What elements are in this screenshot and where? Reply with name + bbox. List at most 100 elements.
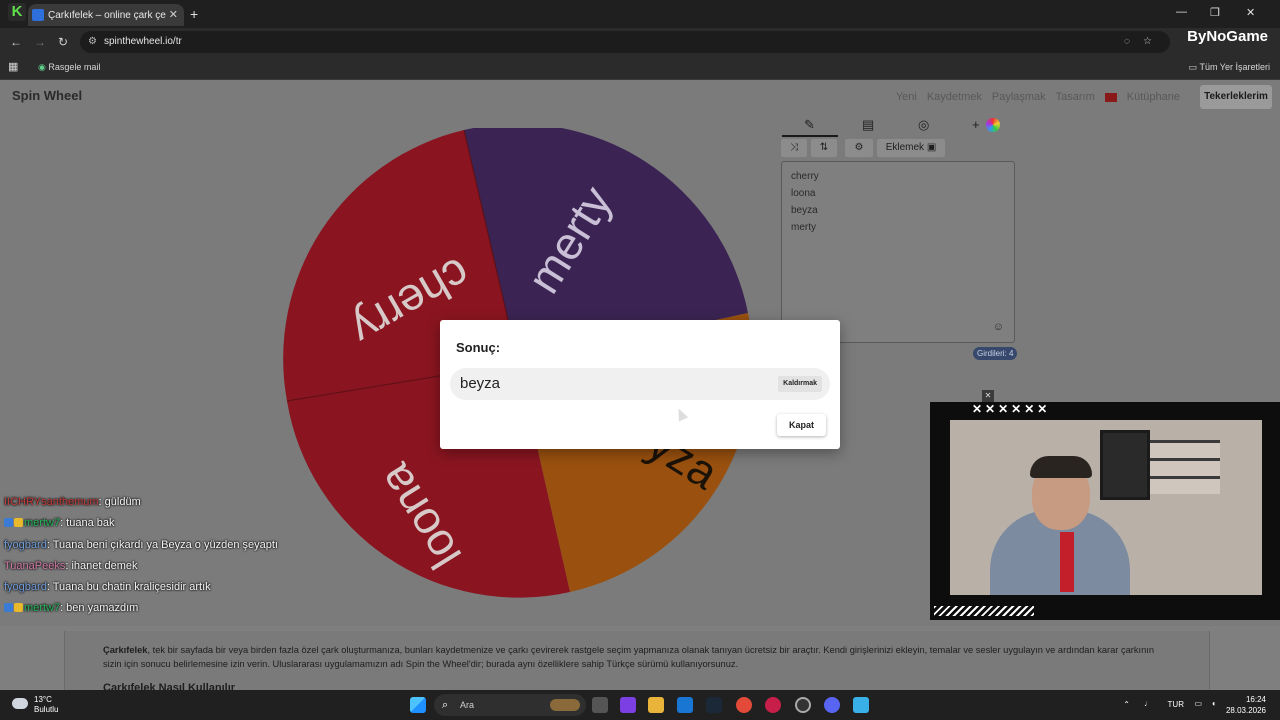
- clock-time: 16:24: [1245, 695, 1266, 704]
- bookmarks-bar: ▦ ◉ Rasgele mail ▭ Tüm Yer İşaretleri: [0, 56, 1280, 80]
- all-bookmarks[interactable]: ▭ Tüm Yer İşaretleri: [1189, 62, 1270, 73]
- new-tab-icon[interactable]: +: [190, 6, 198, 22]
- back-icon[interactable]: ←: [10, 35, 22, 49]
- tab-close-icon[interactable]: ✕: [169, 8, 178, 21]
- mic-icon[interactable]: ♩: [1144, 699, 1152, 708]
- add-image-button[interactable]: Eklemek ▣: [877, 139, 945, 157]
- chat-user: mertw7: [24, 602, 61, 615]
- menu-share[interactable]: Paylaşmak: [992, 91, 1046, 103]
- all-bookmarks-label: Tüm Yer İşaretleri: [1199, 62, 1270, 72]
- edit-pencil-icon[interactable]: ✎: [804, 117, 815, 133]
- notepad-icon[interactable]: [853, 697, 869, 713]
- app-gear-icon[interactable]: [795, 697, 811, 713]
- results-clipboard-icon[interactable]: ▤: [862, 117, 874, 133]
- chat-user: TuanaPeeks: [4, 559, 66, 572]
- url-bar[interactable]: ⚙ spinthewheel.io/tr ◌ ☆: [80, 31, 1170, 53]
- chrome-icon[interactable]: [736, 697, 752, 713]
- ms-store-icon[interactable]: [677, 697, 693, 713]
- mail-icon: ◉: [38, 62, 46, 72]
- discord-icon[interactable]: [824, 697, 840, 713]
- stream-chat: IICHRYsanthemum: güldüm mertw7: tuana ba…: [4, 496, 334, 624]
- eye-off-icon[interactable]: ◌: [1124, 31, 1130, 53]
- windows-taskbar: 13°C Bulutlu ⌕ Ara ⌃ ♩ TUR ▭ ◖ 16:24 28.…: [0, 690, 1280, 720]
- emoji-icon[interactable]: ☺: [993, 319, 1004, 336]
- entries-textarea[interactable]: cherry loona beyza merty ☺: [781, 161, 1015, 343]
- site-logo[interactable]: Spin Wheel: [12, 88, 82, 103]
- reload-icon[interactable]: ↻: [58, 35, 68, 49]
- bookmark-star-icon[interactable]: ☆: [1143, 31, 1152, 53]
- taskbar-search[interactable]: ⌕ Ara: [434, 694, 586, 716]
- temperature: 13°C: [34, 695, 52, 704]
- chat-text: : Tuana bu chatin kraliçesidir artık: [46, 581, 211, 594]
- chat-user: fyogbard: [4, 581, 47, 594]
- dialog-title: Sonuç:: [456, 340, 501, 355]
- window-close-icon[interactable]: ✕: [1246, 6, 1255, 19]
- site-info-icon[interactable]: ⚙: [88, 31, 97, 53]
- wall-frame-icon: [1100, 430, 1150, 500]
- bookmark-mail[interactable]: ◉ Rasgele mail: [38, 62, 100, 73]
- menu-save[interactable]: Kaydetmek: [927, 91, 982, 103]
- forward-icon[interactable]: →: [34, 35, 46, 49]
- tray-chevron-icon[interactable]: ⌃: [1123, 700, 1130, 709]
- person-hair-icon: [1030, 456, 1092, 478]
- remove-button[interactable]: Kaldırmak: [778, 376, 822, 392]
- result-value: beyza: [460, 375, 501, 392]
- volume-icon[interactable]: ◖: [1211, 699, 1216, 708]
- settings-gear-icon[interactable]: ⚙: [845, 139, 873, 157]
- weather-text: Bulutlu: [34, 705, 59, 714]
- emote-badge-icon: [14, 518, 23, 528]
- apps-grid-icon[interactable]: ▦: [8, 60, 18, 73]
- close-button[interactable]: Kapat: [776, 414, 826, 436]
- clock-date: 28.03.2026: [1225, 706, 1266, 715]
- chat-message: IICHRYsanthemum: güldüm: [4, 496, 334, 517]
- chat-user: mertw7: [24, 517, 61, 530]
- chat-user: IICHRYsanthemum: [4, 496, 99, 508]
- network-icon[interactable]: ▭: [1194, 699, 1202, 708]
- sub-badge-icon: [4, 603, 13, 613]
- steam-icon[interactable]: [706, 697, 722, 713]
- menu-new[interactable]: Yeni: [896, 91, 917, 103]
- sort-icon[interactable]: ⇅: [811, 139, 837, 157]
- chat-message: TuanaPeeks: ihanet demek: [4, 560, 334, 581]
- folder-icon: ▭: [1188, 62, 1198, 72]
- chat-message: fyogbard: Tuana beni çıkardı ya Beyza o …: [4, 539, 334, 560]
- my-wheels-button[interactable]: Tekerleklerim: [1200, 85, 1272, 109]
- decor-hatch-icon: [934, 606, 1034, 616]
- menu-design[interactable]: Tasarım: [1056, 91, 1095, 103]
- webcam-feed: [950, 420, 1262, 595]
- kick-logo-icon: K: [8, 3, 26, 21]
- active-tab-indicator: [782, 135, 838, 137]
- chat-message: mertw7: ben yamazdım: [4, 602, 334, 623]
- description-brand: Çarkıfelek: [103, 645, 148, 655]
- hide-eye-icon[interactable]: ◎: [918, 117, 929, 133]
- tab-title: Çarkıfelek – online çark çevirme: [48, 9, 166, 21]
- search-placeholder: Ara: [460, 700, 475, 710]
- color-wheel-icon[interactable]: [986, 118, 1000, 132]
- task-view-icon[interactable]: [592, 697, 608, 713]
- maximize-icon[interactable]: ❐: [1210, 6, 1220, 19]
- entry-item: loona: [791, 188, 816, 199]
- app-red-icon[interactable]: [765, 697, 781, 713]
- entry-item: beyza: [791, 205, 818, 216]
- taskbar-clock[interactable]: 16:24 28.03.2026: [1226, 694, 1266, 716]
- editor-tabs: ✎ ▤ ◎ +: [782, 115, 1014, 137]
- result-value-box: beyza Kaldırmak: [450, 368, 830, 400]
- chat-user: fyogbard: [4, 538, 47, 551]
- store-icon[interactable]: [620, 697, 636, 713]
- bookmark-mail-label: Rasgele mail: [48, 62, 101, 72]
- language-indicator[interactable]: TUR: [1168, 700, 1184, 709]
- add-wheel-icon[interactable]: +: [972, 117, 980, 132]
- flag-icon[interactable]: [1104, 93, 1117, 102]
- entry-item: merty: [791, 222, 816, 233]
- overlay-close-icon: ✕: [982, 390, 994, 402]
- minimize-icon[interactable]: —: [1176, 6, 1187, 18]
- windows-start-icon[interactable]: [410, 697, 426, 713]
- shelf-icon: [1150, 440, 1220, 494]
- description-text: , tek bir sayfada bir veya birden fazla …: [103, 645, 1155, 669]
- menu-library[interactable]: Kütüphane: [1127, 91, 1180, 103]
- file-explorer-icon[interactable]: [648, 697, 664, 713]
- browser-tab[interactable]: Çarkıfelek – online çark çevirme ✕: [28, 4, 184, 26]
- shuffle-icon[interactable]: ⤨: [781, 139, 807, 157]
- image-icon: ▣: [926, 142, 937, 153]
- top-menu: Yeni Kaydetmek Paylaşmak Tasarım Kütüpha…: [896, 91, 1180, 103]
